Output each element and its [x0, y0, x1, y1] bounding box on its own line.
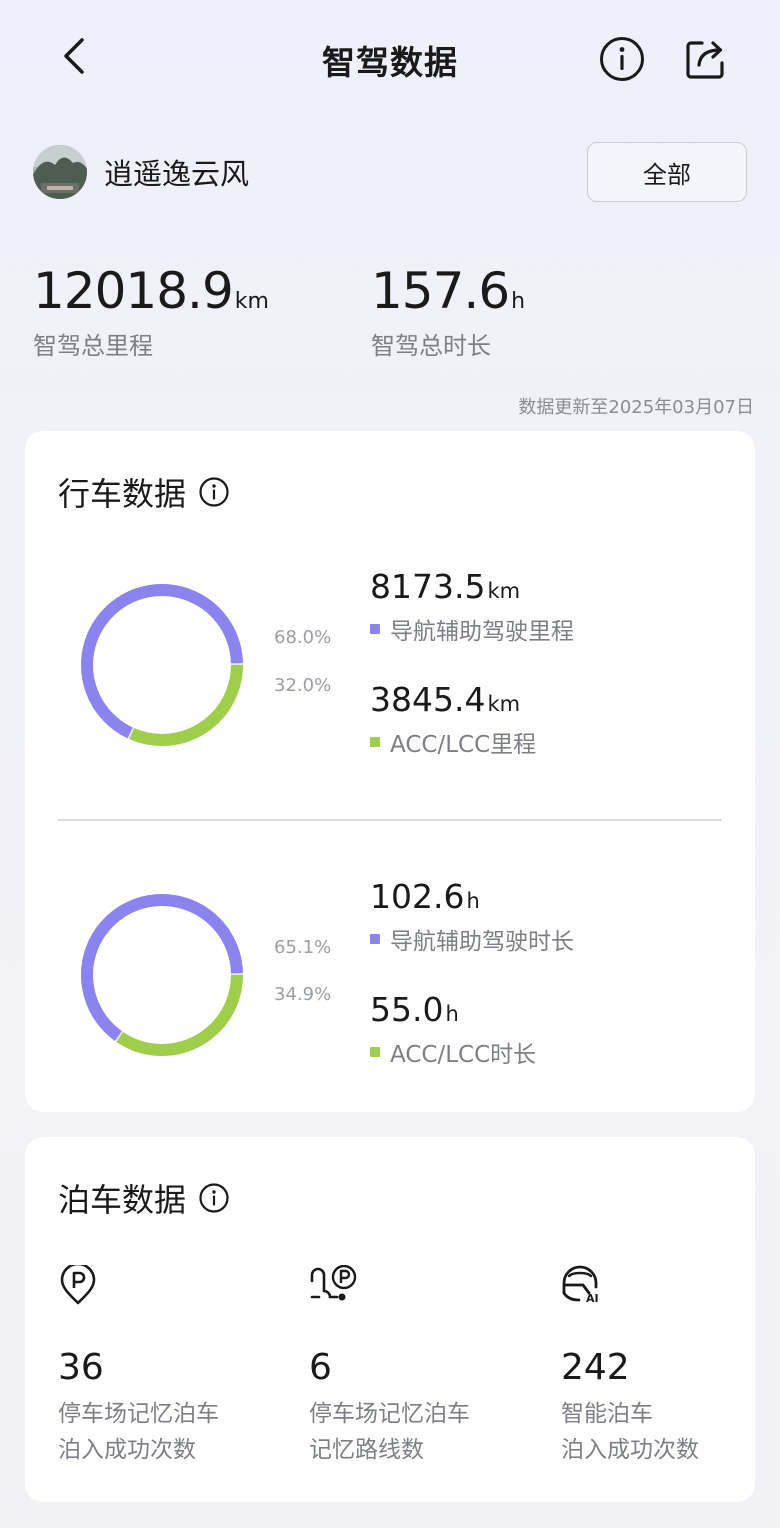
- parking-stat-memory-routes: 6 停车场记忆泊车 记忆路线数: [309, 1264, 529, 1468]
- filter-all-button[interactable]: 全部: [587, 142, 747, 202]
- total-duration-value: 157.6: [371, 262, 510, 320]
- parking-stat-label: 停车场记忆泊车: [309, 1401, 470, 1427]
- total-distance-label: 智驾总里程: [33, 332, 153, 360]
- duration-donut-chart: [80, 894, 243, 1056]
- parking-stat-label: 智能泊车: [561, 1401, 653, 1427]
- parking-stat-sublabel: 泊入成功次数: [58, 1437, 196, 1463]
- mileage-nav-metric: 8173.5km 导航辅助驾驶里程: [370, 567, 574, 646]
- share-button[interactable]: [682, 35, 730, 83]
- info-button[interactable]: [598, 35, 646, 83]
- parking-stat-value: 36: [58, 1347, 104, 1388]
- mileage-nav-value: 8173.5: [370, 567, 486, 606]
- total-distance-unit: km: [234, 289, 269, 314]
- duration-nav-percent: 65.1%: [274, 937, 332, 958]
- parking-stat-sublabel: 记忆路线数: [309, 1437, 424, 1463]
- share-icon: [686, 41, 724, 79]
- parking-title-text: 泊车数据: [58, 1181, 187, 1219]
- mileage-acc-percent: 32.0%: [274, 675, 332, 696]
- nav-legend-swatch: [370, 624, 380, 634]
- duration-acc-value: 55.0: [370, 990, 444, 1029]
- svg-text:AI: AI: [586, 1292, 599, 1305]
- info-circle-icon[interactable]: [198, 476, 230, 508]
- duration-acc-unit: h: [445, 1002, 459, 1026]
- parking-stat-value: 6: [309, 1347, 332, 1388]
- mileage-nav-label: 导航辅助驾驶里程: [390, 619, 574, 645]
- avatar[interactable]: [33, 145, 87, 199]
- mileage-acc-unit: km: [487, 692, 521, 716]
- mileage-acc-label: ACC/LCC里程: [390, 732, 537, 758]
- duration-nav-metric: 102.6h 导航辅助驾驶时长: [370, 877, 574, 956]
- driving-card-title: 行车数据: [58, 469, 230, 515]
- parking-data-card: 泊车数据 36 停车场记忆泊车 泊入成功次数 6 停车场记忆泊车 记忆路线数 A…: [25, 1137, 755, 1502]
- duration-nav-label: 导航辅助驾驶时长: [390, 929, 574, 955]
- parking-stat-sublabel: 泊入成功次数: [561, 1437, 699, 1463]
- acc-legend-swatch: [370, 1047, 380, 1057]
- header: 智驾数据: [0, 0, 780, 112]
- duration-nav-value: 102.6: [370, 877, 465, 916]
- card-divider: [58, 819, 722, 821]
- mileage-donut-chart: [81, 584, 243, 746]
- parking-stat-value: 242: [561, 1347, 630, 1388]
- duration-acc-percent: 34.9%: [274, 984, 332, 1005]
- duration-acc-metric: 55.0h ACC/LCC时长: [370, 990, 536, 1069]
- parking-stat-smart-success: AI 242 智能泊车 泊入成功次数: [561, 1265, 780, 1468]
- nav-legend-swatch: [370, 934, 380, 944]
- ai-parking-icon: AI: [562, 1265, 599, 1305]
- duration-donut-nav-segment: [80, 894, 243, 1056]
- total-duration-stat: 157.6h 智驾总时长: [371, 262, 525, 361]
- total-distance-stat: 12018.9km 智驾总里程: [33, 262, 269, 361]
- profile-row: 逍遥逸云风: [33, 144, 249, 200]
- duration-acc-label: ACC/LCC时长: [390, 1042, 537, 1068]
- mileage-donut-nav-segment: [81, 584, 243, 746]
- total-duration-label: 智驾总时长: [371, 332, 491, 360]
- username: 逍遥逸云风: [104, 157, 250, 191]
- total-duration-unit: h: [511, 289, 526, 314]
- parking-route-icon: [310, 1264, 357, 1301]
- total-distance-value: 12018.9: [33, 262, 234, 320]
- info-circle-icon[interactable]: [198, 1182, 230, 1214]
- driving-title-text: 行车数据: [58, 475, 187, 513]
- mileage-nav-percent: 68.0%: [274, 627, 332, 648]
- mileage-acc-value: 3845.4: [370, 680, 486, 719]
- page-title: 智驾数据: [322, 43, 458, 82]
- parking-stat-label: 停车场记忆泊车: [58, 1401, 219, 1427]
- parking-pin-icon: [60, 1262, 96, 1305]
- mileage-acc-metric: 3845.4km ACC/LCC里程: [370, 680, 536, 759]
- mileage-nav-unit: km: [487, 579, 521, 603]
- driving-data-card: 行车数据 68.0% 32.0% 8173.5km 导航辅助驾驶里程 3845.…: [25, 431, 755, 1112]
- info-circle-icon: [600, 37, 644, 81]
- duration-nav-unit: h: [466, 889, 480, 913]
- acc-legend-swatch: [370, 737, 380, 747]
- parking-card-title: 泊车数据: [58, 1175, 230, 1221]
- parking-stat-memory-success: 36 停车场记忆泊车 泊入成功次数: [58, 1262, 278, 1468]
- update-note: 数据更新至2025年03月07日: [518, 397, 754, 418]
